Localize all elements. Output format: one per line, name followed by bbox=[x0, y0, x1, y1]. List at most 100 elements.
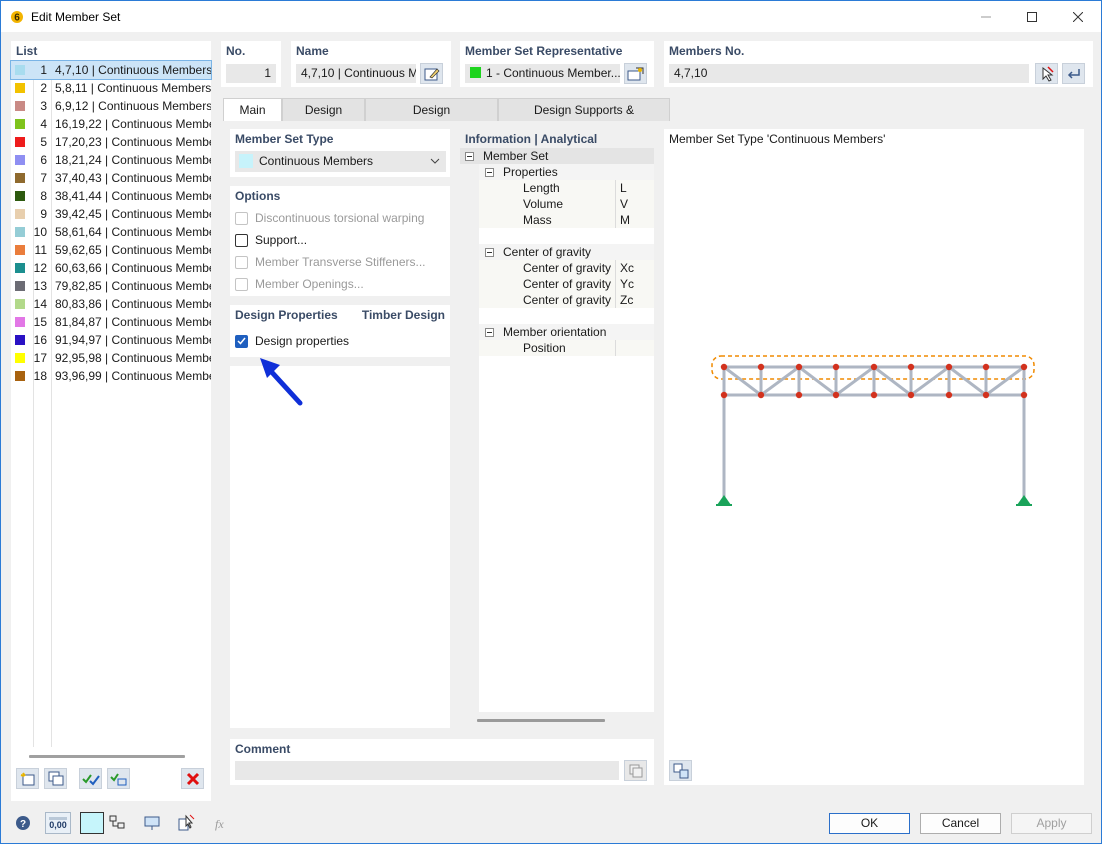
minimize-button[interactable] bbox=[963, 1, 1009, 32]
select-objects-button[interactable] bbox=[174, 812, 198, 834]
pick-members-button[interactable] bbox=[1035, 63, 1058, 84]
number-field[interactable]: 1 bbox=[226, 64, 276, 83]
close-window-button[interactable] bbox=[1055, 1, 1101, 32]
help-button[interactable]: ? bbox=[11, 812, 35, 834]
tree-row bbox=[460, 228, 654, 244]
option-row[interactable]: Support... bbox=[235, 233, 307, 247]
list-item[interactable]: 4 16,19,22 | Continuous Members bbox=[11, 115, 211, 133]
comment-field[interactable] bbox=[235, 761, 619, 780]
display-options-button[interactable] bbox=[140, 812, 164, 834]
maximize-button[interactable] bbox=[1009, 1, 1055, 32]
option-checkbox[interactable] bbox=[235, 233, 248, 247]
list-scrollbar[interactable] bbox=[29, 755, 185, 758]
list-item[interactable]: 14 80,83,86 | Continuous Members bbox=[11, 295, 211, 313]
member-set-color-swatch bbox=[15, 155, 25, 165]
toggle-check-button[interactable] bbox=[107, 768, 130, 789]
list-item[interactable]: 5 17,20,23 | Continuous Members bbox=[11, 133, 211, 151]
tab-main[interactable]: Main bbox=[223, 98, 282, 122]
tree-scrollbar[interactable] bbox=[477, 719, 605, 722]
list-item[interactable]: 2 5,8,11 | Continuous Members bbox=[11, 79, 211, 97]
pointer-arrow-icon bbox=[260, 358, 303, 406]
check-all-button[interactable] bbox=[79, 768, 102, 789]
select-representative-button[interactable] bbox=[624, 63, 647, 84]
check-icon bbox=[237, 337, 246, 345]
reverse-members-button[interactable] bbox=[1062, 63, 1085, 84]
name-label: Name bbox=[296, 44, 329, 58]
list-item[interactable]: 7 37,40,43 | Continuous Members bbox=[11, 169, 211, 187]
design-properties-option[interactable]: Design properties bbox=[235, 334, 349, 348]
collapse-icon[interactable] bbox=[465, 152, 474, 161]
list-item[interactable]: 9 39,42,45 | Continuous Members bbox=[11, 205, 211, 223]
ok-button[interactable]: OK bbox=[829, 813, 910, 834]
list-item-label: 58,61,64 | Continuous Members bbox=[55, 225, 211, 239]
cancel-button[interactable]: Cancel bbox=[920, 813, 1001, 834]
color-button[interactable] bbox=[80, 812, 104, 834]
decimals-button[interactable]: 0,00 bbox=[45, 812, 71, 834]
tree-row[interactable]: Member Set bbox=[460, 148, 654, 164]
formula-button[interactable]: fx bbox=[209, 812, 233, 834]
tab-design-types[interactable]: Design Types bbox=[282, 98, 365, 140]
app-icon: 6 bbox=[11, 10, 23, 23]
list-item[interactable]: 15 81,84,87 | Continuous Members bbox=[11, 313, 211, 331]
collapse-icon[interactable] bbox=[485, 328, 494, 337]
list-panel: List 1 4,7,10 | Continuous Members 2 5,8,11… bbox=[10, 41, 212, 801]
tree-symbol: M bbox=[620, 213, 630, 227]
list-item-number: 4 bbox=[40, 117, 47, 131]
tab-design-configurations[interactable]: Design Configurations bbox=[365, 98, 498, 140]
tree-view-button[interactable] bbox=[105, 812, 129, 834]
tree-symbol: Zc bbox=[620, 293, 634, 307]
tree-row[interactable]: Member orientation bbox=[479, 324, 654, 340]
list-item[interactable]: 16 91,94,97 | Continuous Members bbox=[11, 331, 211, 349]
tree-row: Center of gravity Zc bbox=[479, 292, 654, 308]
preview-settings-button[interactable] bbox=[669, 760, 692, 781]
svg-text:6: 6 bbox=[14, 12, 20, 23]
list-item-label: 38,41,44 | Continuous Members bbox=[55, 189, 211, 203]
list-item[interactable]: 13 79,82,85 | Continuous Members bbox=[11, 277, 211, 295]
delete-icon bbox=[186, 772, 199, 785]
empty-panel bbox=[230, 366, 450, 728]
delete-member-set-button[interactable] bbox=[181, 768, 204, 789]
tree-row[interactable]: Properties bbox=[479, 164, 654, 180]
list-item-number: 9 bbox=[40, 207, 47, 221]
list-item-label: 59,62,65 | Continuous Members bbox=[55, 243, 211, 257]
list-item[interactable]: 17 92,95,98 | Continuous Members bbox=[11, 349, 211, 367]
list-header: List bbox=[16, 44, 38, 58]
member-set-color-swatch bbox=[15, 245, 25, 255]
list-item-label: 39,42,45 | Continuous Members bbox=[55, 207, 211, 221]
edit-member-set-dialog: 6 Edit Member Set List 1 4,7,10 | Continu… bbox=[0, 0, 1102, 844]
tab-design-supports-deflection[interactable]: Design Supports & Deflection bbox=[498, 98, 670, 140]
list-item-label: 60,63,66 | Continuous Members bbox=[55, 261, 211, 275]
list-item[interactable]: 6 18,21,24 | Continuous Members bbox=[11, 151, 211, 169]
help-icon: ? bbox=[16, 816, 30, 830]
tree-label: Center of gravity bbox=[503, 245, 592, 259]
window-title: Edit Member Set bbox=[31, 9, 121, 24]
collapse-icon[interactable] bbox=[485, 248, 494, 257]
copy-member-set-button[interactable] bbox=[44, 768, 67, 789]
list-item[interactable]: 11 59,62,65 | Continuous Members bbox=[11, 241, 211, 259]
members-field[interactable]: 4,7,10 bbox=[669, 64, 1029, 83]
tree-row[interactable]: Center of gravity bbox=[479, 244, 654, 260]
list-item-number: 2 bbox=[40, 81, 47, 95]
new-member-set-button[interactable] bbox=[16, 768, 39, 789]
name-field[interactable]: 4,7,10 | Continuous Members bbox=[296, 64, 416, 83]
design-properties-checkbox[interactable] bbox=[235, 334, 248, 348]
representative-field[interactable]: 1 - Continuous Member... bbox=[465, 64, 620, 83]
list-item-label: 92,95,98 | Continuous Members bbox=[55, 351, 211, 365]
member-set-color-swatch bbox=[15, 335, 25, 345]
number-label: No. bbox=[226, 44, 246, 58]
apply-button[interactable]: Apply bbox=[1011, 813, 1092, 834]
tree-row: Center of gravity Yc bbox=[479, 276, 654, 292]
list-item[interactable]: 1 4,7,10 | Continuous Members bbox=[10, 60, 212, 80]
comment-library-button[interactable] bbox=[624, 760, 647, 781]
list-item[interactable]: 10 58,61,64 | Continuous Members bbox=[11, 223, 211, 241]
member-set-type-select[interactable]: Continuous Members bbox=[235, 151, 446, 172]
edit-name-button[interactable] bbox=[420, 63, 443, 84]
list-item[interactable]: 3 6,9,12 | Continuous Members bbox=[11, 97, 211, 115]
member-set-color-swatch bbox=[15, 209, 25, 219]
list-item[interactable]: 12 60,63,66 | Continuous Members bbox=[11, 259, 211, 277]
new-item-icon bbox=[20, 771, 34, 785]
title-bar: 6 Edit Member Set bbox=[1, 1, 1101, 32]
list-item[interactable]: 8 38,41,44 | Continuous Members bbox=[11, 187, 211, 205]
list-item[interactable]: 18 93,96,99 | Continuous Members bbox=[11, 367, 211, 385]
collapse-icon[interactable] bbox=[485, 168, 494, 177]
